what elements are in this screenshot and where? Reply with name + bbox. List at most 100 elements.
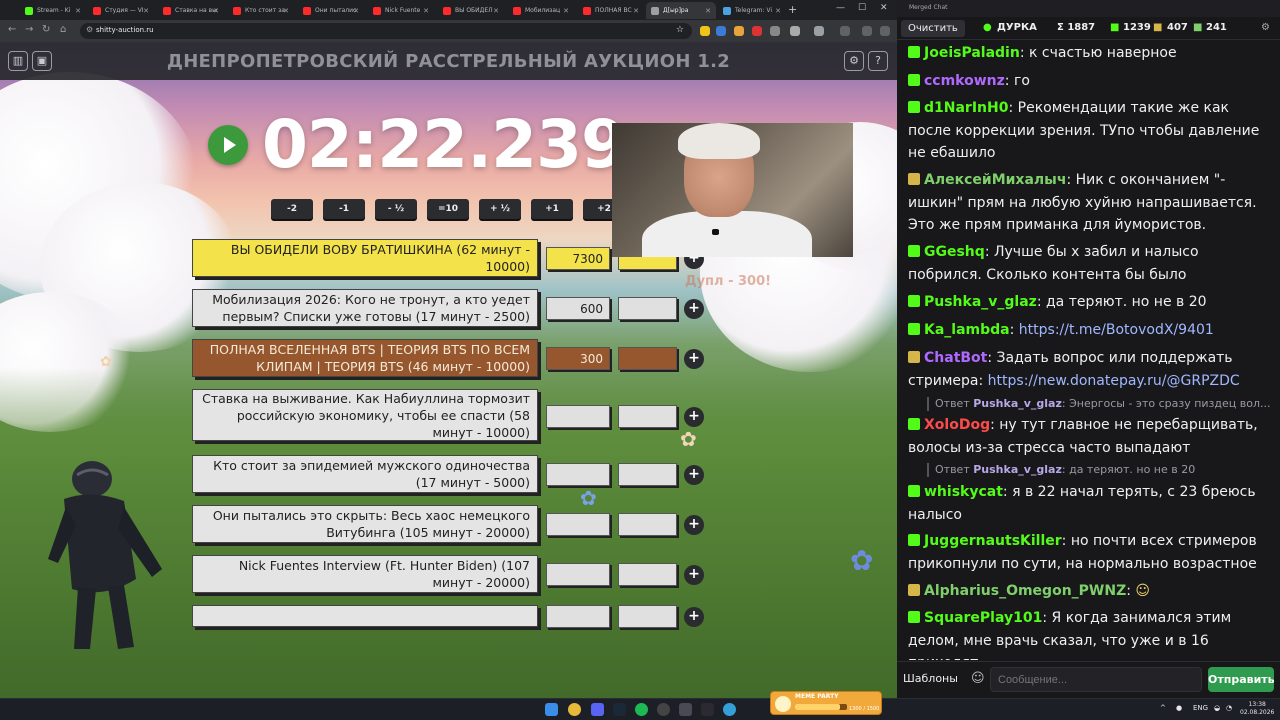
lot-bid-input[interactable] [618,463,677,486]
play-button[interactable] [208,125,248,165]
browser-tab[interactable]: Мобилизац ✕ [508,2,574,19]
time-plus-half-button[interactable]: + ½ [479,199,521,219]
volume-icon[interactable]: ◔ [1226,704,1232,712]
app-icon[interactable] [679,703,692,716]
browser-tab[interactable]: Ставка на вы ✕ [158,2,224,19]
lot-bid-input[interactable] [618,297,677,320]
meme-party-widget[interactable]: MEME PARTY 1300 / 1500 [770,691,882,715]
extension-icon[interactable] [700,26,710,36]
chat-link[interactable]: https://t.me/BotovodX/9401 [1019,322,1214,338]
extensions-menu-icon[interactable] [862,26,872,36]
discord-icon[interactable] [591,703,604,716]
chrome-icon[interactable] [568,703,581,716]
puzzle-icon[interactable] [790,26,800,36]
browser-tab[interactable]: Nick Fuente ✕ [368,2,434,19]
browser-tab[interactable]: Кто стоит за ✕ [228,2,294,19]
forward-icon[interactable]: → [25,24,33,35]
telegram-icon[interactable] [723,703,736,716]
lot-bid-input[interactable] [618,605,677,628]
time-minus-2-button[interactable]: -2 [271,199,313,219]
add-bid-button[interactable]: + [684,299,704,319]
tray-expand-icon[interactable]: ^ [1160,704,1166,712]
time-plus-1-button[interactable]: +1 [531,199,573,219]
add-bid-button[interactable]: + [684,515,704,535]
close-tab-icon[interactable]: ✕ [213,7,219,15]
obs-icon[interactable] [657,703,670,716]
message-input[interactable] [990,667,1202,692]
language-indicator[interactable]: ENG [1193,704,1208,712]
back-icon[interactable]: ← [8,24,16,35]
lot-bid-input[interactable] [618,513,677,536]
add-bid-button[interactable]: + [684,565,704,585]
more-menu-icon[interactable] [880,26,890,36]
browser-tab[interactable]: Stream - Ki ✕ [20,2,86,19]
url-field[interactable]: ⚙ shitty-auction.ru ☆ [80,23,692,39]
close-tab-icon[interactable]: ✕ [705,7,711,15]
close-tab-icon[interactable]: ✕ [75,7,81,15]
spotify-icon[interactable] [635,703,648,716]
reload-icon[interactable]: ↻ [42,24,50,35]
steam-icon[interactable] [613,703,626,716]
chat-settings-icon[interactable]: ⚙ [1261,22,1270,33]
templates-button[interactable]: Шаблоны [903,672,958,685]
extension-icon[interactable] [734,26,744,36]
lot-bid-input[interactable] [618,405,677,428]
taskbar-clock[interactable]: 13:38 02.08.2026 [1240,701,1274,717]
browser-tab[interactable]: Они пыталис ✕ [298,2,364,19]
add-bid-button[interactable]: + [684,349,704,369]
emote-icon: ☺ [1135,583,1151,599]
close-tab-icon[interactable]: ✕ [353,7,359,15]
lot-amount [546,405,610,428]
help-icon[interactable]: ? [868,51,888,71]
close-tab-icon[interactable]: ✕ [423,7,429,15]
close-tab-icon[interactable]: ✕ [493,7,499,15]
chat-link[interactable]: https://new.donatepay.ru/@GRPZDC [988,373,1240,389]
send-button[interactable]: Отправить [1208,667,1275,692]
close-tab-icon[interactable]: ✕ [563,7,569,15]
profile-icon[interactable] [840,26,850,36]
kick-badge-icon [908,101,920,113]
add-bid-button[interactable]: + [684,607,704,627]
extension-icon[interactable] [752,26,762,36]
download-icon[interactable] [814,26,824,36]
browser-tab[interactable]: Telegram: Vi ✕ [718,2,786,19]
youtube-icon [373,6,381,15]
bookmark-star-icon[interactable]: ☆ [676,25,684,35]
time-minus-half-button[interactable]: - ½ [375,199,417,219]
clear-chat-button[interactable]: Очистить [901,20,965,37]
tray-app-icon[interactable]: ● [1176,704,1182,712]
lot-bid-input[interactable] [618,347,677,370]
maximize-icon[interactable]: ☐ [858,3,866,13]
app-icon[interactable] [701,703,714,716]
close-window-icon[interactable]: ✕ [880,3,888,13]
browser-tab-active[interactable]: Д[ыр]ра ✕ [646,2,716,19]
home-icon[interactable]: ⌂ [60,24,66,35]
time-set-10-button[interactable]: =10 [427,199,469,219]
new-tab-icon[interactable]: + [788,3,797,16]
extension-icon[interactable] [770,26,780,36]
kick-badge-icon [908,611,920,623]
close-tab-icon[interactable]: ✕ [633,7,639,15]
start-icon[interactable] [545,703,558,716]
site-info-icon[interactable]: ⚙ [86,25,93,34]
time-minus-1-button[interactable]: -1 [323,199,365,219]
minimize-icon[interactable]: — [836,3,845,13]
lot-bid-input[interactable] [618,563,677,586]
add-bid-button[interactable]: + [684,465,704,485]
lot-title-input[interactable] [192,605,538,627]
reply-quote: Ответ Pushka_v_glaz: да теряют. но не в … [927,463,1277,477]
emoji-icon[interactable]: ☺ [971,671,985,686]
close-tab-icon[interactable]: ✕ [283,7,289,15]
close-tab-icon[interactable]: ✕ [775,7,781,15]
close-tab-icon[interactable]: ✕ [143,7,149,15]
extension-icon[interactable] [716,26,726,36]
wifi-icon[interactable]: ◒ [1214,704,1220,712]
youtube-icon [303,6,311,15]
browser-tab[interactable]: Студия — VI ✕ [88,2,154,19]
settings-gear-icon[interactable]: ⚙ [844,51,864,71]
browser-tab[interactable]: ВЫ ОБИДЕЛ ✕ [438,2,504,19]
meme-widget-icon [775,696,791,712]
add-bid-button[interactable]: + [684,407,704,427]
browser-tab[interactable]: ПОЛНАЯ ВС ✕ [578,2,644,19]
webcam-person-body [642,211,812,257]
